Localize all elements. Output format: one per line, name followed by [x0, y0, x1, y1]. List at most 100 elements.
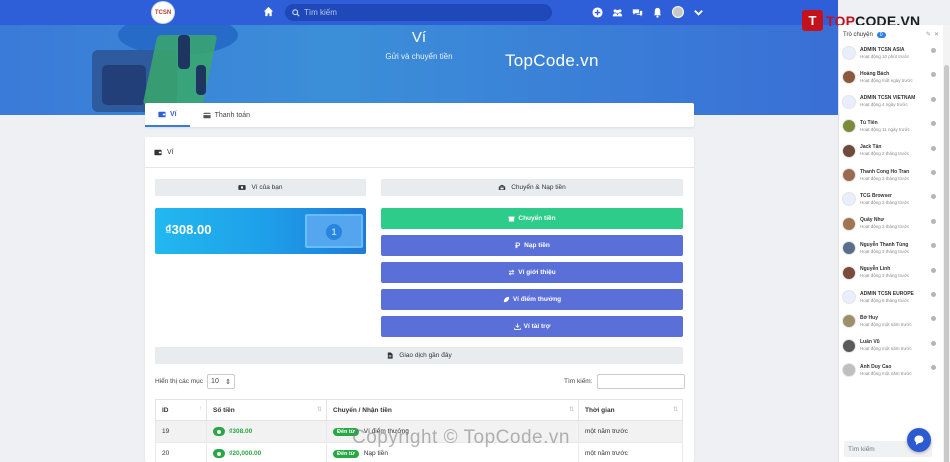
column-header-amount[interactable]: Số tiền ⇅	[206, 399, 327, 421]
messages-icon[interactable]	[632, 7, 643, 18]
page-subtitle: Gửi và chuyển tiền	[385, 52, 453, 61]
contact-status: Hoạt động một năm trước	[860, 346, 912, 352]
close-icon[interactable]: ✕	[934, 31, 939, 38]
section-label: Giao dịch gần đây	[399, 352, 452, 359]
chat-contact[interactable]: Anh Duy Cao Hoạt động một năm trước	[842, 358, 942, 382]
column-header-transfer[interactable]: Chuyển / Nhận tiền ⇅	[326, 399, 579, 421]
contact-name: ADMIN TCSN VIETNAM	[860, 95, 916, 102]
chat-contact[interactable]: Nguyễn Thanh Tùng Hoạt động 3 tháng trước	[842, 236, 942, 260]
contact-name: Hoàng Bách	[860, 70, 890, 77]
presence-dot	[931, 340, 936, 346]
transfer-money-button[interactable]: Chuyển tiền	[381, 208, 683, 229]
chat-contact[interactable]: Luân Vũ Hoạt động một năm trước	[842, 334, 942, 358]
scrollbar[interactable]	[943, 25, 950, 462]
deposit-button[interactable]: Nạp tiền	[381, 235, 683, 256]
contact-status: Hoạt động một năm trước	[860, 370, 912, 376]
edit-icon[interactable]: ✎	[926, 31, 931, 38]
chat-contact[interactable]: Bờ Huy Hoạt động một năm trước	[842, 309, 942, 333]
chat-contact[interactable]: ADMIN TCSN VIETNAM Hoạt động 4 ngày trước	[842, 90, 942, 114]
home-icon[interactable]	[263, 6, 274, 17]
tab-label: Thanh toán	[214, 111, 251, 119]
sort-icon: ⇅	[316, 407, 322, 413]
balance-card: 1 ₫308.00	[155, 208, 366, 254]
download-icon	[513, 323, 521, 330]
presence-dot	[931, 121, 936, 127]
chat-contact[interactable]: Hoàng Bách Hoạt động một ngày trước	[842, 65, 942, 89]
add-icon[interactable]	[592, 6, 603, 18]
exchange-icon	[509, 269, 515, 276]
presence-dot	[931, 316, 936, 322]
page-size-select[interactable]: 10 ⇕	[207, 374, 236, 389]
contact-avatar	[842, 94, 856, 109]
user-avatar[interactable]	[672, 6, 684, 18]
eye-icon[interactable]	[213, 449, 225, 458]
chat-contact[interactable]: TCG Browser Hoạt động 2 tháng trước	[842, 187, 942, 211]
bell-icon[interactable]	[652, 7, 663, 18]
referral-wallet-button[interactable]: Ví giới thiệu	[381, 262, 683, 283]
eye-icon[interactable]	[213, 427, 225, 436]
watermark-text: TopCode.vn	[505, 51, 599, 70]
contact-status: Hoạt động 4 ngày trước	[860, 102, 908, 108]
presence-dot	[931, 96, 936, 102]
contact-avatar	[842, 290, 856, 304]
sponsor-wallet-button[interactable]: Ví tài trợ	[381, 316, 683, 337]
presence-dot	[931, 170, 936, 175]
chat-contact[interactable]: Thanh Cong Ho Tran Hoạt động 2 tháng trướ…	[842, 163, 942, 187]
cell-id: 19	[155, 420, 207, 443]
chat-sidebar: Trò chuyện 0 ✎ ✕ ADMIN TCSN ASIA Hoạt động…	[838, 25, 943, 462]
table-search: Tìm kiếm:	[564, 374, 685, 389]
search-input[interactable]	[304, 8, 524, 17]
page-title: Ví	[411, 29, 427, 46]
leaf-icon	[503, 296, 509, 303]
chat-contact[interactable]: ADMIN TCSN ASIA Hoạt động 10 phút trước	[842, 41, 942, 65]
contact-avatar	[842, 314, 856, 329]
tab-label: Ví	[170, 110, 177, 118]
contact-name: Nguyễn Thanh Tùng	[860, 241, 909, 248]
tab-wallet[interactable]: Ví	[145, 103, 190, 127]
table-search-input[interactable]	[596, 374, 685, 389]
contact-avatar	[842, 192, 856, 207]
chat-contact[interactable]: Tú Tiên Hoạt động 11 ngày trước	[842, 114, 942, 138]
site-logo[interactable]: TCSN	[151, 1, 175, 24]
header-label: Thời gian	[585, 406, 615, 414]
your-wallet-section: Ví của bạn	[155, 179, 366, 196]
contact-status: Hoạt động 3 tháng trước	[860, 248, 910, 254]
column-header-id[interactable]: ID ↑	[155, 399, 207, 421]
sort-icon: ⇅	[672, 407, 678, 413]
button-label: Ví giới thiệu	[518, 269, 556, 276]
chat-contact[interactable]: Nguyễn Linh Hoạt động 3 tháng trước	[842, 261, 942, 285]
contact-avatar	[842, 241, 856, 256]
global-search[interactable]	[285, 4, 552, 21]
transfer-section: Chuyển & Nạp tiền	[381, 179, 683, 196]
chat-contact[interactable]: ADMIN TCSN EUROPE Hoạt động 6 tháng trước	[842, 285, 942, 309]
contact-status: Hoạt động 3 tháng trước	[860, 273, 910, 279]
contact-name: Quây Như	[860, 217, 885, 224]
contact-name: ADMIN TCSN EUROPE	[860, 290, 914, 297]
reward-points-wallet-button[interactable]: Ví điểm thưởng	[381, 289, 683, 310]
header-label: ID	[162, 406, 169, 414]
scrollbar-thumb[interactable]	[944, 65, 949, 462]
gift-icon	[508, 216, 515, 222]
wallet-card: Ví Ví của bạn Chuyển & Nạp tiền 1 ₫308.0…	[145, 137, 694, 462]
chat-contact[interactable]: Jack Tân Hoạt động 2 tháng trước	[842, 139, 942, 163]
document-icon	[388, 352, 393, 359]
banner-decoration	[102, 65, 146, 105]
chat-title: Trò chuyện	[843, 31, 873, 38]
chat-fab-button[interactable]	[907, 428, 931, 452]
button-label: Nạp tiền	[524, 242, 550, 249]
brand-mark: T	[802, 10, 823, 31]
chat-contact[interactable]: Quây Như Hoạt động 2 tháng trước	[842, 212, 942, 236]
friends-icon[interactable]	[612, 7, 623, 18]
tab-payments[interactable]: Thanh toán	[190, 103, 263, 127]
column-header-time[interactable]: Thời gian ⇅	[578, 399, 683, 421]
chevron-down-icon[interactable]	[693, 7, 704, 18]
cell-id: 20	[155, 442, 207, 462]
header-label: Số tiền	[213, 406, 235, 414]
presence-dot	[931, 72, 936, 78]
page-size-control: Hiển thị các mục 10 ⇕	[155, 374, 236, 389]
section-label: Chuyển & Nạp tiền	[511, 184, 566, 191]
contact-name: ADMIN TCSN ASIA	[860, 46, 905, 53]
copyright-watermark: Copyright © TopCode.vn	[352, 427, 570, 448]
presence-dot	[931, 194, 936, 200]
presence-dot	[931, 218, 936, 224]
